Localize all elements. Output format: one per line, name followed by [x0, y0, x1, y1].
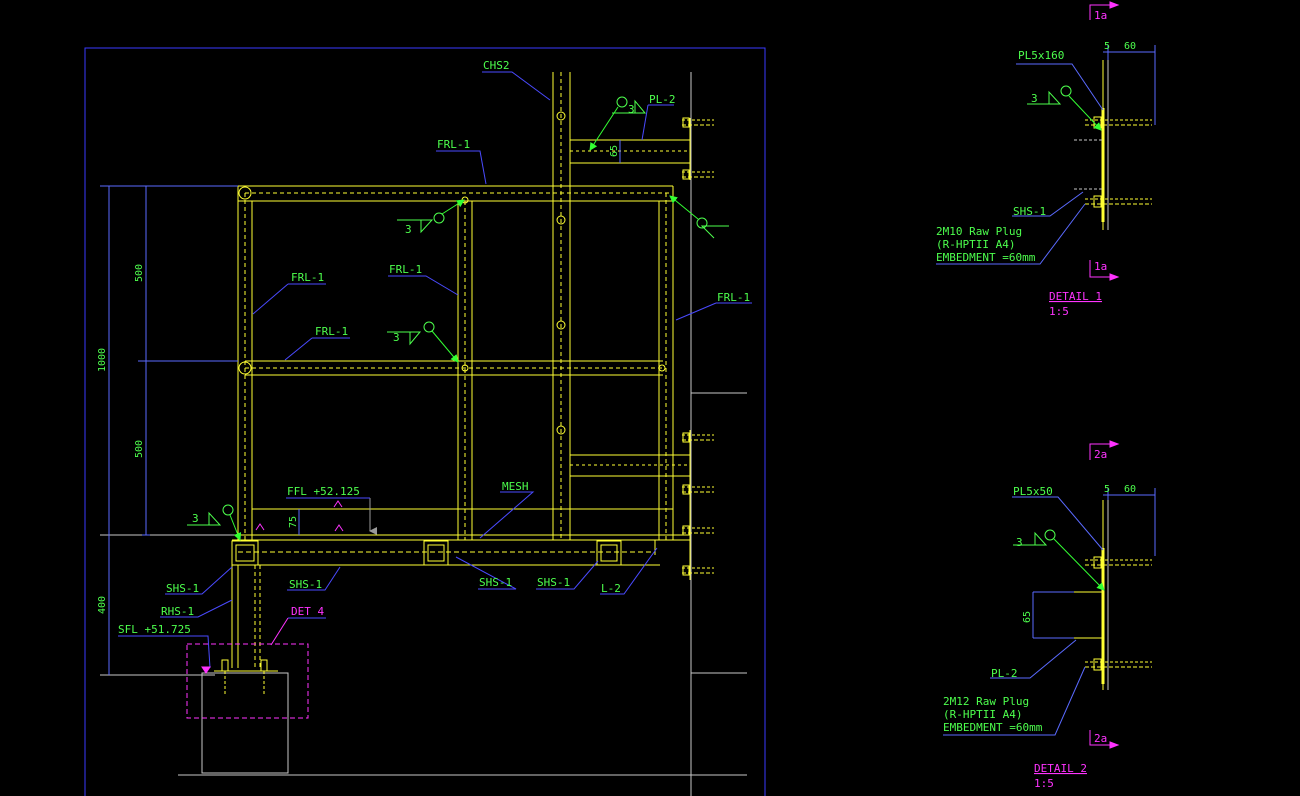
- l2-label: L-2: [601, 582, 621, 595]
- weld-size-pl2: 3: [628, 103, 635, 116]
- weld-size-top: 3: [405, 223, 412, 236]
- frl-label-mid-vertical: FRL-1: [389, 263, 422, 276]
- detail2-plate-label: PL5x50: [1013, 485, 1053, 498]
- detail1-plate-label: PL5x160: [1018, 49, 1064, 62]
- detail2-anchor-line3: EMBEDMENT =60mm: [943, 721, 1043, 734]
- det4-label: DET 4: [291, 605, 324, 618]
- wall-ground-lines: [100, 72, 747, 796]
- rhs-label: RHS-1: [161, 605, 194, 618]
- leader-lines: [118, 71, 752, 669]
- dim-1000: 1000: [97, 348, 108, 372]
- mesh-label: MESH: [502, 480, 529, 493]
- pl2-bracket-bottom: [570, 430, 691, 580]
- dim-65-main: 65: [609, 145, 620, 157]
- detail1-scale: 1:5: [1049, 305, 1069, 318]
- detail1-marker-bottom: 1a: [1094, 260, 1107, 273]
- detail2-dim-5: 5: [1104, 484, 1110, 495]
- detail2-dim-60: 60: [1124, 484, 1136, 495]
- main-elevation-view: CHS2 PL-2 3 65 FRL-1 FRL-1 FRL-1 FRL-1 F…: [84, 47, 766, 796]
- pl2-bracket-top: [570, 118, 691, 180]
- frl-label-top: FRL-1: [437, 138, 470, 151]
- weld-size-mid: 3: [393, 331, 400, 344]
- chs2-label: CHS2: [483, 59, 510, 72]
- detail2-title: DETAIL 2: [1034, 762, 1087, 775]
- detail1-title: DETAIL 1: [1049, 290, 1102, 303]
- detail1-shs-label: SHS-1: [1013, 205, 1046, 218]
- dim-500-bottom: 500: [134, 440, 145, 458]
- detail1-dim-60: 60: [1124, 41, 1136, 52]
- detail1-anchor-line3: EMBEDMENT =60mm: [936, 251, 1036, 264]
- ffl-label: FFL +52.125: [287, 485, 360, 498]
- detail2-marker-bottom: 2a: [1094, 732, 1107, 745]
- detail2-weld-size: 3: [1016, 536, 1023, 549]
- detail-1-view: 1a 1a PL5x160 5 60 3 SHS-1 2M10 Raw Plug…: [936, 1, 1156, 318]
- pl2-label-main: PL-2: [649, 93, 676, 106]
- dim-75: 75: [288, 516, 299, 528]
- wall-anchor-bolts: [682, 117, 714, 576]
- detail2-dim-65: 65: [1022, 611, 1033, 623]
- sfl-label: SFL +51.725: [118, 623, 191, 636]
- shs-label-center: SHS-1: [479, 576, 512, 589]
- det4-detail-box: [186, 643, 309, 719]
- detail1-marker-top: 1a: [1094, 9, 1107, 22]
- frl-label-right: FRL-1: [717, 291, 750, 304]
- frl-label-mid-rail: FRL-1: [315, 325, 348, 338]
- detail2-anchor-line2: (R-HPTII A4): [943, 708, 1022, 721]
- detail1-anchor-line1: 2M10 Raw Plug: [936, 225, 1022, 238]
- detail2-pl2-label: PL-2: [991, 667, 1018, 680]
- shs-label-center-left: SHS-1: [289, 578, 322, 591]
- shs-label-right: SHS-1: [537, 576, 570, 589]
- chs-post: [552, 72, 571, 540]
- shs-label-left: SHS-1: [166, 582, 199, 595]
- weld-size-bottom: 3: [192, 512, 199, 525]
- base-beam: [214, 539, 660, 695]
- cad-drawing-canvas: CHS2 PL-2 3 65 FRL-1 FRL-1 FRL-1 FRL-1 F…: [84, 1, 1156, 796]
- detail1-dim-5: 5: [1104, 41, 1110, 52]
- detail1-weld-size: 3: [1031, 92, 1038, 105]
- dim-400: 400: [97, 596, 108, 614]
- viewport-border: [84, 47, 766, 796]
- detail2-scale: 1:5: [1034, 777, 1054, 790]
- dim-500-top: 500: [134, 264, 145, 282]
- detail2-marker-top: 2a: [1094, 448, 1107, 461]
- detail1-anchor-line2: (R-HPTII A4): [936, 238, 1015, 251]
- detail2-anchor-line1: 2M12 Raw Plug: [943, 695, 1029, 708]
- detail-2-view: 2a 2a PL5x50 5 60 3 65 PL-2 2M12 Raw Plu…: [943, 440, 1156, 790]
- frl-label-left: FRL-1: [291, 271, 324, 284]
